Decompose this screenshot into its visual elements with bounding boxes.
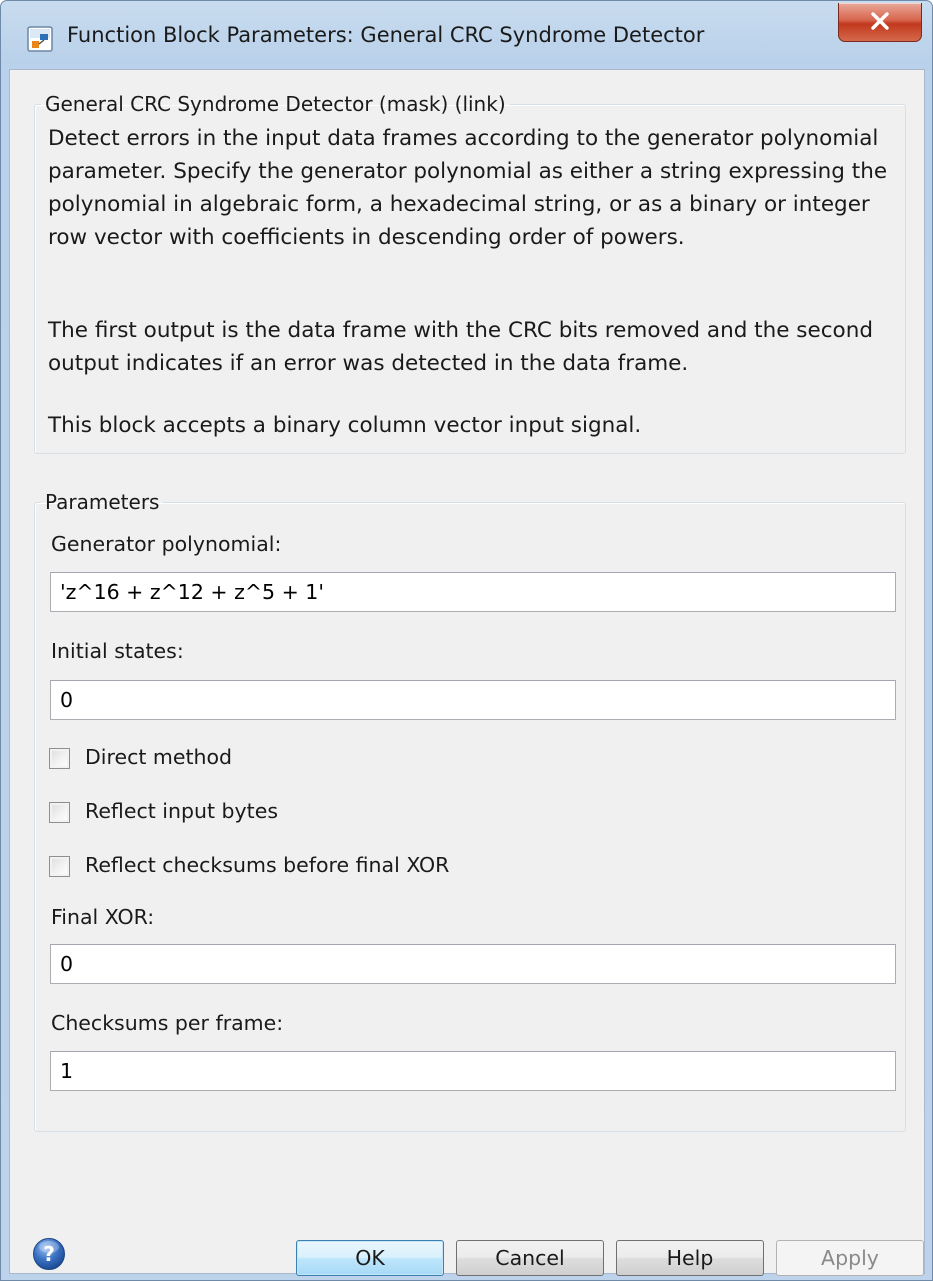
initial-states-label: Initial states: <box>51 639 184 663</box>
direct-method-checkbox[interactable] <box>49 748 70 769</box>
ok-button[interactable]: OK <box>296 1240 444 1276</box>
help-button[interactable]: Help <box>616 1240 764 1276</box>
direct-method-label[interactable]: Direct method <box>85 745 232 769</box>
description-paragraph-1: Detect errors in the input data frames a… <box>48 126 888 250</box>
parameters-group-legend: Parameters <box>45 490 160 514</box>
final-xor-field[interactable]: 0 <box>50 944 896 984</box>
window-title: Function Block Parameters: General CRC S… <box>67 23 705 47</box>
description-paragraph-2: The first output is the data frame with … <box>48 318 873 376</box>
cancel-button[interactable]: Cancel <box>456 1240 604 1276</box>
title-bar[interactable]: Function Block Parameters: General CRC S… <box>1 1 932 71</box>
description-paragraph-3: This block accepts a binary column vecto… <box>48 413 642 438</box>
checksums-per-frame-label: Checksums per frame: <box>51 1011 284 1035</box>
apply-button[interactable]: Apply <box>776 1240 924 1276</box>
help-question-icon[interactable]: ? <box>32 1237 66 1271</box>
generator-polynomial-label: Generator polynomial: <box>51 532 282 556</box>
reflect-checksums-checkbox[interactable] <box>49 856 70 877</box>
close-icon <box>871 12 889 30</box>
final-xor-label: Final XOR: <box>51 905 155 929</box>
reflect-checksums-label[interactable]: Reflect checksums before final XOR <box>85 853 449 877</box>
dialog-window: Function Block Parameters: General CRC S… <box>0 0 933 1281</box>
initial-states-field[interactable]: 0 <box>50 680 896 720</box>
dialog-client-area: General CRC Syndrome Detector (mask) (li… <box>9 69 925 1276</box>
reflect-input-bytes-label[interactable]: Reflect input bytes <box>85 799 278 823</box>
checksums-per-frame-field[interactable]: 1 <box>50 1051 896 1091</box>
close-button[interactable] <box>838 3 922 42</box>
reflect-input-bytes-checkbox[interactable] <box>49 802 70 823</box>
simulink-block-icon <box>27 26 53 52</box>
svg-text:?: ? <box>43 1242 55 1266</box>
generator-polynomial-field[interactable]: 'z^16 + z^12 + z^5 + 1' <box>50 572 896 612</box>
description-group-legend: General CRC Syndrome Detector (mask) (li… <box>45 92 506 116</box>
